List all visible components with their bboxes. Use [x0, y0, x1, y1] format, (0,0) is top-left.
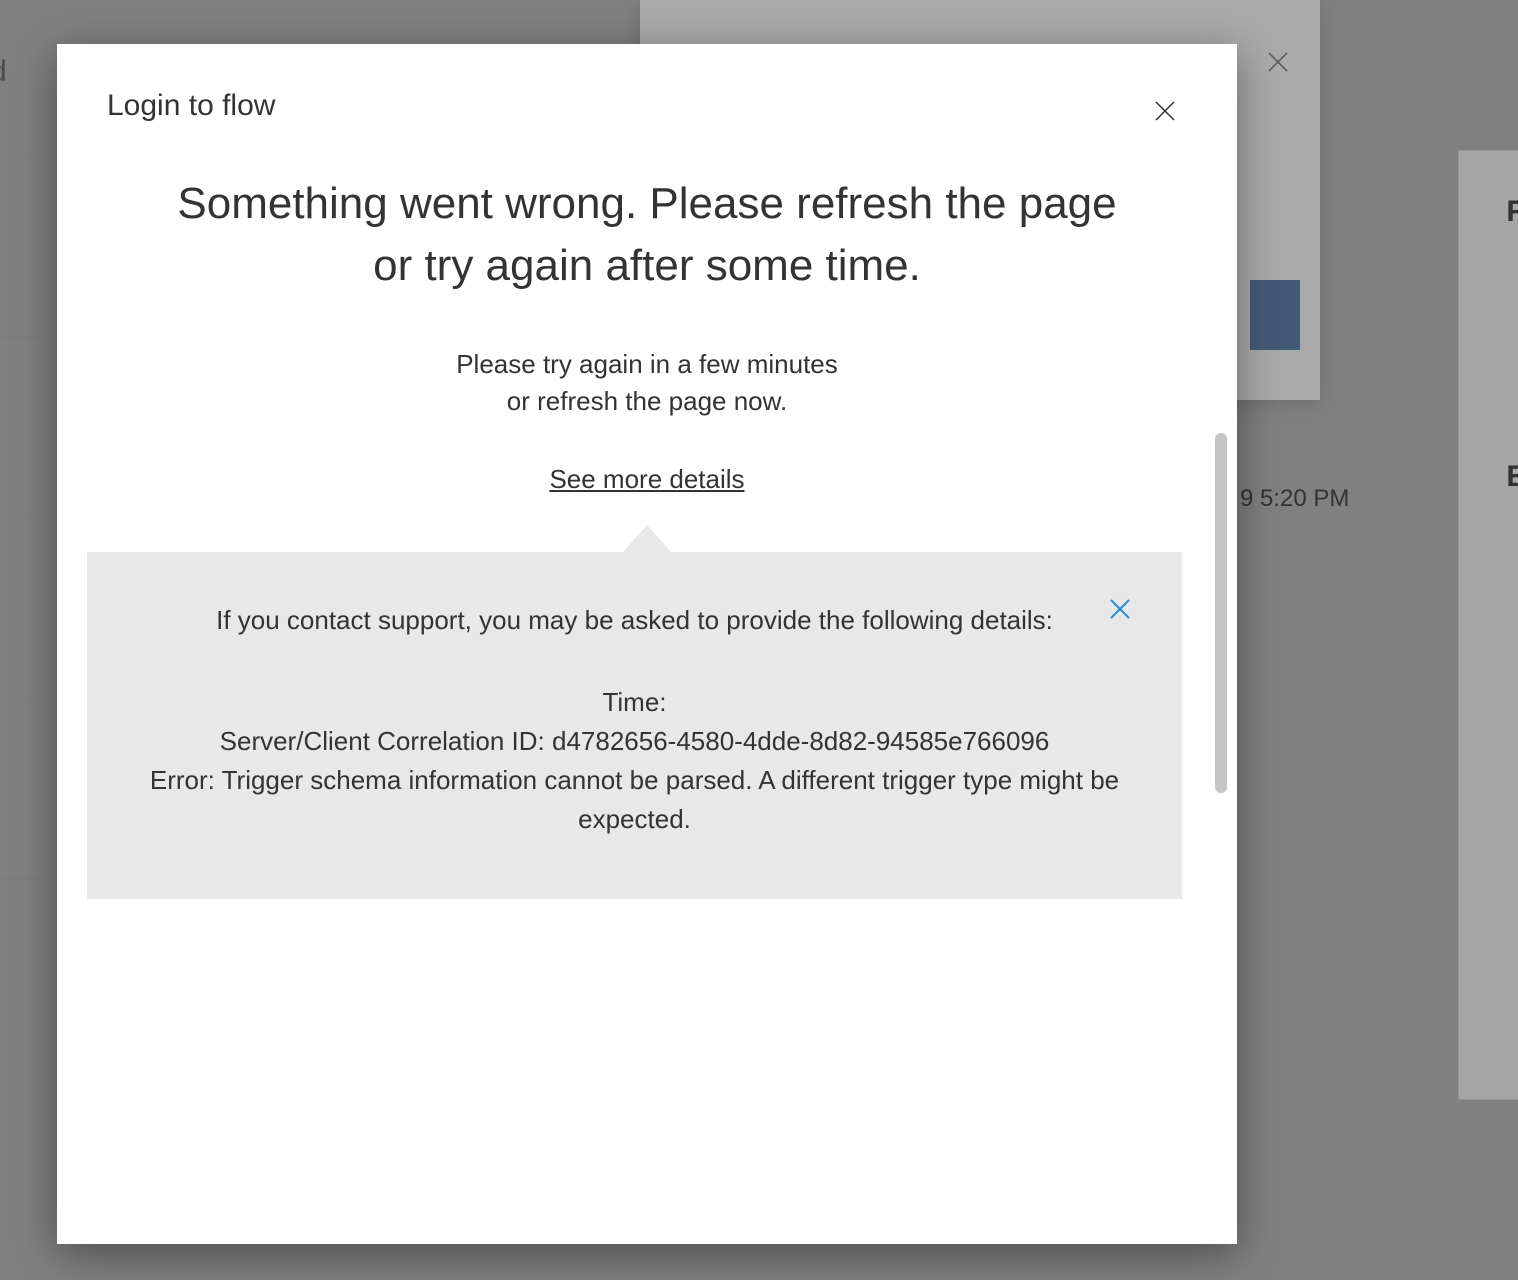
details-info: Time: Server/Client Correlation ID: d478… — [147, 683, 1122, 839]
close-icon[interactable] — [1153, 99, 1177, 123]
details-error-label: Error: — [150, 765, 215, 795]
background-timestamp: 9 5:20 PM — [1240, 485, 1349, 513]
modal-title: Login to flow — [107, 89, 275, 123]
background-right-label-1: RE — [1506, 195, 1518, 229]
details-intro-text: If you contact support, you may be asked… — [147, 602, 1122, 638]
error-subtext-line2: or refresh the page now. — [507, 386, 787, 416]
background-right-label-2: EN — [1506, 460, 1518, 494]
modal-body: Something went wrong. Please refresh the… — [57, 173, 1237, 899]
modal-content: Something went wrong. Please refresh the… — [87, 173, 1207, 899]
modal-header: Login to flow — [57, 44, 1237, 143]
details-error-value: Trigger schema information cannot be par… — [222, 765, 1120, 834]
see-more-details-link[interactable]: See more details — [157, 464, 1137, 495]
error-subtext: Please try again in a few minutes or ref… — [157, 346, 1137, 419]
scrollbar-thumb[interactable] — [1215, 433, 1227, 793]
scrollbar[interactable] — [1215, 193, 1227, 1063]
details-panel: If you contact support, you may be asked… — [87, 552, 1182, 899]
error-subtext-line1: Please try again in a few minutes — [456, 349, 838, 379]
details-close-icon[interactable] — [1108, 597, 1132, 621]
error-heading: Something went wrong. Please refresh the… — [157, 173, 1137, 296]
details-correlation-label: Server/Client Correlation ID: — [220, 726, 545, 756]
details-time-label: Time: — [602, 687, 666, 717]
details-correlation-value: d4782656-4580-4dde-8d82-94585e766096 — [552, 726, 1049, 756]
login-flow-modal: Login to flow Something went wrong. Plea… — [57, 44, 1237, 1244]
details-pointer-icon — [622, 525, 672, 553]
